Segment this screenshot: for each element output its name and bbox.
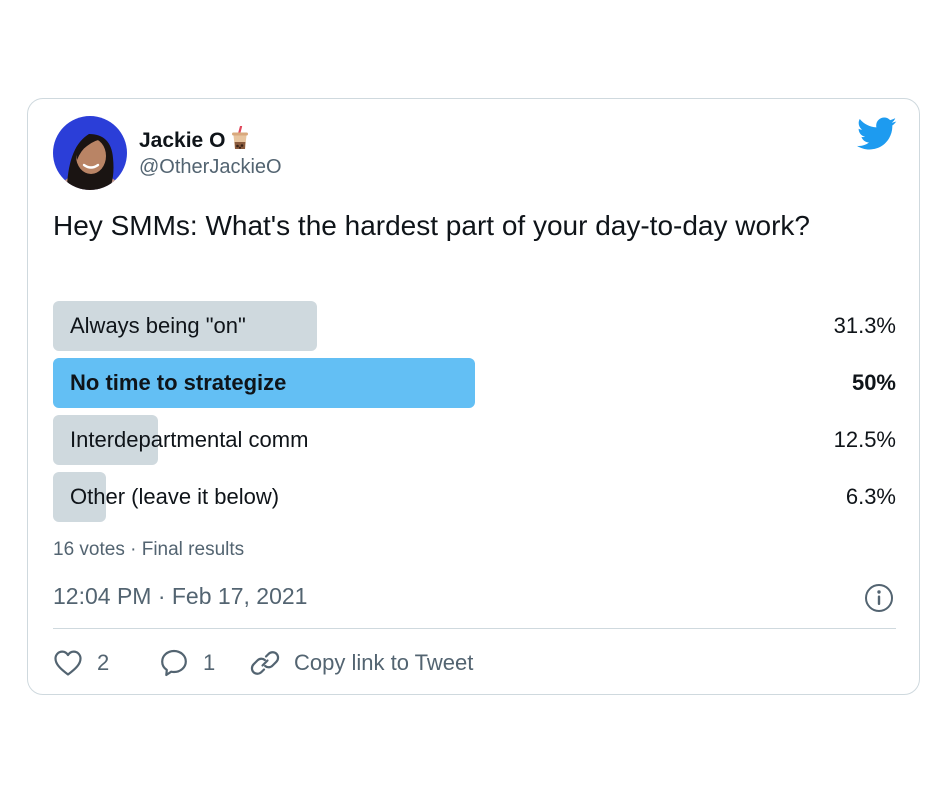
tweet-card: Jackie O @OtherJackieO Hey SMMs: What's … [27,98,920,695]
poll-option-percent: 50% [851,370,896,395]
display-name[interactable]: Jackie O [139,125,250,156]
poll-option-percent: 6.3% [845,484,896,509]
copy-link-label: Copy link to Tweet [294,650,474,675]
copy-link-button[interactable]: Copy link to Tweet [250,647,473,679]
reply-icon [159,648,189,678]
poll-results-summary: 16 votes · Final results [53,539,245,560]
info-icon[interactable] [864,583,894,613]
poll-option: Always being "on" 31.3% [53,301,896,351]
reply-button[interactable]: 1 [159,647,215,679]
poll-option-label: Interdepartmental comm [70,427,309,452]
poll-option: Other (leave it below) 6.3% [53,472,896,522]
poll-option-label: No time to strategize [70,370,287,395]
heart-icon [53,649,83,677]
reply-count: 1 [203,650,216,675]
poll-option-label: Other (leave it below) [70,484,280,509]
tweet-timestamp[interactable]: 12:04 PM · Feb 17, 2021 [53,583,307,610]
poll-option-winner: No time to strategize 50% [53,358,896,408]
user-handle[interactable]: @OtherJackieO [139,156,282,179]
like-count: 2 [97,650,110,675]
tweet-text: Hey SMMs: What's the hardest part of you… [53,210,810,241]
avatar[interactable] [53,116,127,190]
like-button[interactable]: 2 [53,647,109,679]
twitter-bird-icon[interactable] [857,117,897,151]
poll-option: Interdepartmental comm 12.5% [53,415,896,465]
poll-option-percent: 12.5% [833,427,896,452]
poll-option-label: Always being "on" [70,313,246,338]
display-name-text: Jackie O [139,129,226,152]
bubble-tea-emoji [230,125,250,156]
divider [53,628,896,629]
link-icon [250,648,280,678]
poll-option-percent: 31.3% [833,313,896,338]
